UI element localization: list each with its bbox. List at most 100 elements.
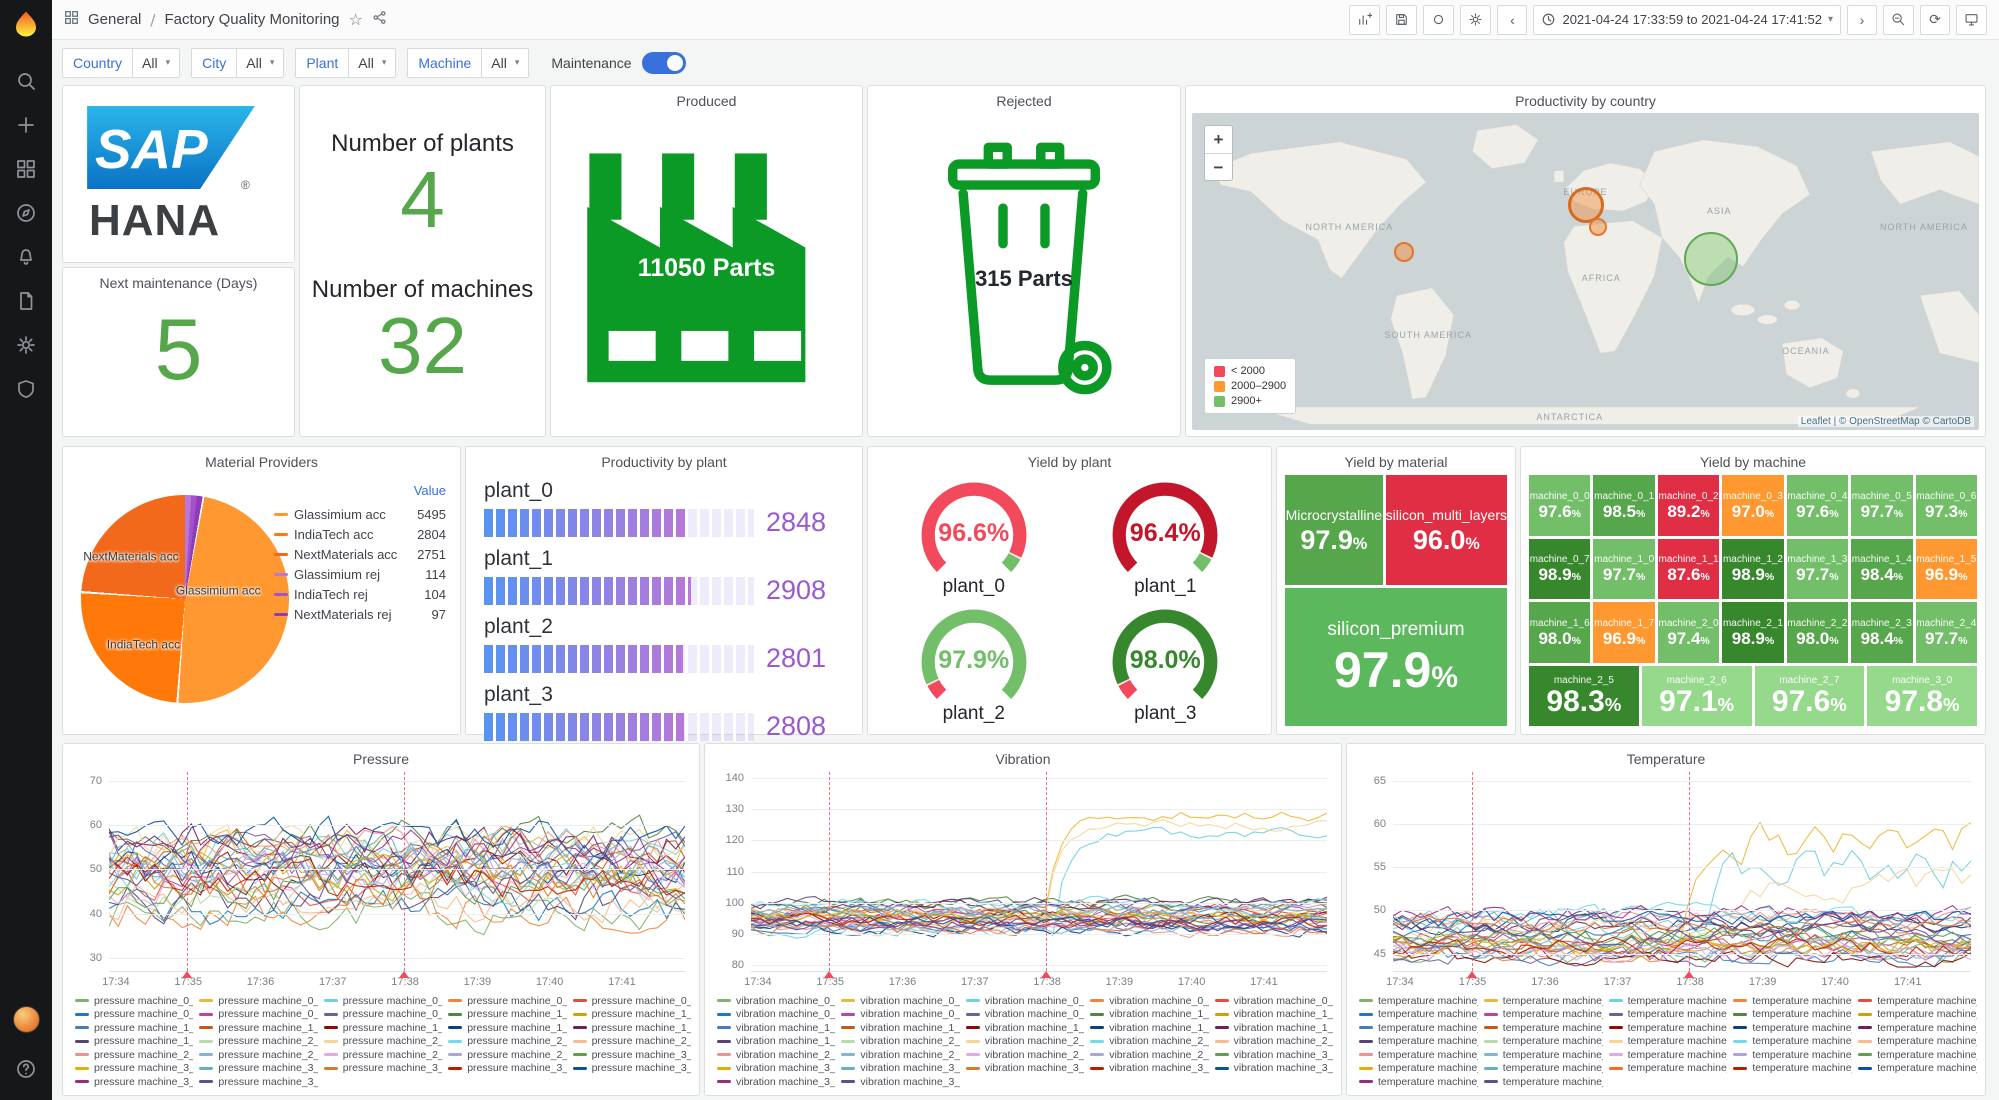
legend-item[interactable]: pressure machine_2_6	[324, 1048, 442, 1062]
legend-item[interactable]: vibration machine_0_7	[966, 1008, 1084, 1022]
map-zoom-in-button[interactable]: +	[1205, 126, 1232, 153]
legend-item[interactable]: vibration machine_0_6	[841, 1008, 959, 1022]
productivity-bubble[interactable]	[1684, 232, 1738, 286]
legend-item[interactable]: pressure machine_0_2	[324, 994, 442, 1008]
legend-item[interactable]: vibration machine_2_2	[1090, 1035, 1208, 1049]
legend-item[interactable]: temperature machine_2_6	[1609, 1048, 1728, 1062]
legend-item[interactable]: temperature machine_3_2	[1484, 1062, 1603, 1076]
legend-item[interactable]: pressure machine_1_7	[75, 1035, 193, 1049]
productivity-bubble[interactable]	[1394, 242, 1414, 262]
share-icon[interactable]	[372, 10, 387, 29]
time-back-button[interactable]: ‹	[1497, 5, 1527, 35]
legend-item[interactable]: temperature machine_2_4	[1359, 1048, 1478, 1062]
legend-item[interactable]: vibration machine_1_0	[1090, 1008, 1208, 1022]
legend-item[interactable]: temperature machine_0_6	[1484, 1008, 1603, 1022]
legend-item[interactable]: vibration machine_2_7	[1090, 1048, 1208, 1062]
legend-item[interactable]: temperature machine_1_3	[1484, 1021, 1603, 1035]
legend-item[interactable]: pressure machine_2_0	[199, 1035, 317, 1049]
breadcrumb-section[interactable]: General	[88, 11, 141, 28]
legend-item[interactable]: temperature machine_1_7	[1359, 1035, 1478, 1049]
zoom-out-button[interactable]	[1883, 5, 1914, 35]
legend-item[interactable]: pressure machine_2_4	[75, 1048, 193, 1062]
legend-item[interactable]: pressure machine_1_6	[573, 1021, 691, 1035]
legend-item[interactable]: temperature machine_3_3	[1609, 1062, 1728, 1076]
panel-title[interactable]: Productivity by plant	[466, 447, 862, 470]
legend-item[interactable]: pressure machine_0_7	[324, 1008, 442, 1022]
explore-compass-icon[interactable]	[15, 202, 37, 224]
annotation-marker[interactable]	[824, 971, 834, 978]
legend-item[interactable]: temperature machine_2_5	[1484, 1048, 1603, 1062]
panel-title[interactable]: Yield by material	[1277, 447, 1515, 470]
breadcrumb-title[interactable]: Factory Quality Monitoring	[164, 11, 339, 28]
dashboards-icon[interactable]	[15, 158, 37, 180]
panel-title[interactable]: Pressure	[63, 744, 699, 767]
legend-item[interactable]: pressure machine_0_0	[75, 994, 193, 1008]
legend-item[interactable]: temperature machine_3_6	[1359, 1075, 1478, 1089]
maintenance-toggle[interactable]	[642, 52, 686, 74]
dashboard-grid-icon[interactable]	[64, 10, 79, 29]
legend-item[interactable]: vibration machine_1_1	[1215, 1008, 1333, 1022]
legend-item[interactable]: pressure machine_3_7	[199, 1075, 317, 1089]
legend-item[interactable]: vibration machine_3_5	[1215, 1062, 1333, 1076]
legend-item[interactable]: vibration machine_0_1	[841, 994, 959, 1008]
filter-value-dropdown[interactable]: All▾	[481, 48, 529, 78]
docs-file-icon[interactable]	[15, 290, 37, 312]
legend-item[interactable]: pressure machine_2_5	[199, 1048, 317, 1062]
dashboard-settings-button[interactable]	[1460, 5, 1491, 35]
legend-item[interactable]: temperature machine_2_7	[1733, 1048, 1852, 1062]
annotation-marker[interactable]	[182, 971, 192, 978]
legend-item[interactable]: pressure machine_3_4	[448, 1062, 566, 1076]
legend-item[interactable]: pressure machine_3_6	[75, 1075, 193, 1089]
tv-mode-button[interactable]	[1956, 5, 1987, 35]
dashboard-insights-button[interactable]	[1423, 5, 1454, 35]
legend-item[interactable]: pressure machine_2_2	[448, 1035, 566, 1049]
legend-item[interactable]: temperature machine_1_4	[1609, 1021, 1728, 1035]
legend-item[interactable]: pressure machine_1_0	[448, 1008, 566, 1022]
legend-item[interactable]: pressure machine_0_3	[448, 994, 566, 1008]
legend-item[interactable]: vibration machine_0_4	[1215, 994, 1333, 1008]
legend-item[interactable]: IndiaTech rej104	[274, 584, 446, 604]
legend-item[interactable]: vibration machine_0_2	[966, 994, 1084, 1008]
panel-title[interactable]: Material Providers	[63, 447, 460, 470]
filter-value-dropdown[interactable]: All▾	[348, 48, 396, 78]
panel-title[interactable]: Rejected	[868, 86, 1180, 109]
legend-item[interactable]: temperature machine_1_5	[1733, 1021, 1852, 1035]
legend-item[interactable]: pressure machine_1_3	[199, 1021, 317, 1035]
legend-item[interactable]: vibration machine_3_0	[1215, 1048, 1333, 1062]
legend-item[interactable]: vibration machine_0_3	[1090, 994, 1208, 1008]
legend-item[interactable]: pressure machine_3_1	[75, 1062, 193, 1076]
legend-item[interactable]: temperature machine_3_4	[1733, 1062, 1852, 1076]
legend-item[interactable]: NextMaterials acc2751	[274, 544, 446, 564]
legend-item[interactable]: temperature machine_0_3	[1733, 994, 1852, 1008]
filter-value-dropdown[interactable]: All▾	[132, 48, 180, 78]
legend-item[interactable]: Glassimium acc5495	[274, 504, 446, 524]
star-icon[interactable]: ☆	[349, 10, 363, 29]
legend-item[interactable]: temperature machine_0_1	[1484, 994, 1603, 1008]
legend-item[interactable]: temperature machine_1_0	[1733, 1008, 1852, 1022]
legend-item[interactable]: vibration machine_2_4	[717, 1048, 835, 1062]
legend-item[interactable]: temperature machine_2_1	[1609, 1035, 1728, 1049]
legend-item[interactable]: vibration machine_1_6	[1215, 1021, 1333, 1035]
annotation-marker[interactable]	[1467, 971, 1477, 978]
legend-item[interactable]: pressure machine_1_1	[573, 1008, 691, 1022]
user-avatar[interactable]	[13, 1006, 40, 1033]
legend-item[interactable]: temperature machine_0_7	[1609, 1008, 1728, 1022]
legend-item[interactable]: temperature machine_1_1	[1858, 1008, 1977, 1022]
annotation-marker[interactable]	[1041, 971, 1051, 978]
legend-item[interactable]: temperature machine_2_3	[1858, 1035, 1977, 1049]
panel-title[interactable]: Yield by machine	[1521, 447, 1985, 470]
legend-item[interactable]: vibration machine_3_6	[717, 1075, 835, 1089]
legend-item[interactable]: temperature machine_0_5	[1359, 1008, 1478, 1022]
map-zoom-out-button[interactable]: −	[1205, 153, 1232, 180]
legend-item[interactable]: temperature machine_2_0	[1484, 1035, 1603, 1049]
legend-item[interactable]: pressure machine_2_7	[448, 1048, 566, 1062]
save-dashboard-button[interactable]	[1386, 5, 1417, 35]
annotation-marker[interactable]	[399, 971, 409, 978]
panel-title[interactable]: Vibration	[705, 744, 1341, 767]
configuration-gear-icon[interactable]	[15, 334, 37, 356]
legend-item[interactable]: temperature machine_0_2	[1609, 994, 1728, 1008]
legend-item[interactable]: pressure machine_1_4	[324, 1021, 442, 1035]
refresh-button[interactable]: ⟳	[1920, 5, 1950, 35]
legend-item[interactable]: vibration machine_2_0	[841, 1035, 959, 1049]
productivity-bubble[interactable]	[1589, 218, 1607, 236]
